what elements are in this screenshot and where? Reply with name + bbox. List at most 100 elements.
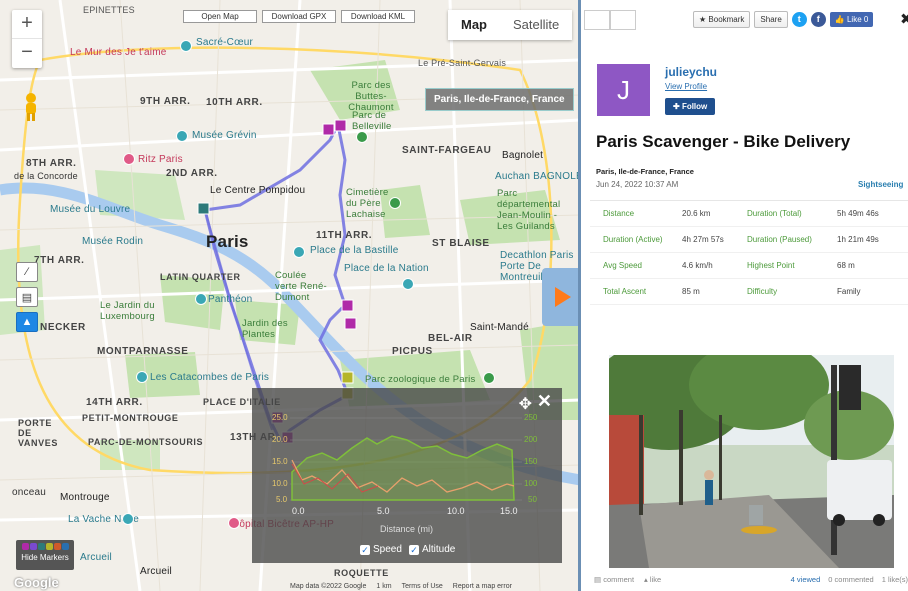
stat-value: 5h 49m 46s <box>837 209 879 218</box>
map-label: Auchan BAGNOLET <box>495 171 580 182</box>
map-label: 7TH ARR. <box>34 255 85 266</box>
like-button[interactable]: ▴ like <box>644 575 661 584</box>
map-label: Musée Grévin <box>192 130 257 141</box>
map-label: Le Pré-Saint-Gervais <box>418 58 507 68</box>
username-link[interactable]: julieychu <box>665 65 717 79</box>
x-tick: 5.0 <box>377 506 390 516</box>
hospital-icon[interactable] <box>228 517 240 529</box>
map-label: Parc départemental Jean-Moulin - Les Gui… <box>497 188 561 232</box>
y2-tick: 150 <box>524 457 538 466</box>
museum-icon[interactable] <box>176 130 188 142</box>
speed-checkbox[interactable]: ✓ Speed <box>360 544 402 555</box>
map-label: ST BLAISE <box>432 238 490 249</box>
follow-button[interactable]: ✚ Follow <box>665 98 716 115</box>
zoom-in-button[interactable]: + <box>12 10 42 39</box>
elevation-chart-icon[interactable]: ▲ <box>16 312 38 332</box>
x-tick: 10.0 <box>447 506 465 516</box>
map-label: Saint-Mandé <box>470 322 529 333</box>
share-button[interactable]: Share <box>754 11 788 28</box>
open-map-button[interactable]: Open Map <box>183 10 257 23</box>
map-area[interactable]: EPINETTES Le Mur des Je t'aime Sacré-Cœu… <box>0 0 580 591</box>
report-error-link[interactable]: Report a map error <box>453 583 512 590</box>
pegman-icon[interactable] <box>20 92 42 122</box>
landmark-icon[interactable] <box>195 293 207 305</box>
stat-value: 4h 27m 57s <box>682 235 724 244</box>
follow-label: Follow <box>681 102 708 111</box>
layers-icon[interactable]: ▤ <box>16 287 38 307</box>
facebook-icon[interactable]: f <box>810 12 826 27</box>
x-axis-title: Distance (mi) <box>380 524 434 534</box>
elevation-chart[interactable]: ✥ ✕ 25.0 20.0 15.0 10.0 5.0 250 200 150 … <box>252 388 562 563</box>
map-label: PICPUS <box>392 346 433 357</box>
prev-button[interactable] <box>584 10 610 30</box>
map-label: Musée Rodin <box>82 236 144 247</box>
ruler-icon[interactable]: ∕ <box>16 262 38 282</box>
hide-markers-button[interactable]: Hide Markers <box>16 540 74 570</box>
activity-photo[interactable] <box>609 355 894 568</box>
map-label: 9TH ARR. <box>140 96 191 107</box>
zoo-icon[interactable] <box>483 372 495 384</box>
altitude-checkbox[interactable]: ✓ Altitude <box>409 544 455 555</box>
map-label: Paris <box>206 232 249 251</box>
y2-tick: 200 <box>524 435 538 444</box>
next-button[interactable] <box>610 10 636 30</box>
map-label: Montrouge <box>60 492 110 503</box>
map-label: Jardin des Plantes <box>242 318 288 340</box>
zoom-out-button[interactable]: − <box>12 39 42 68</box>
map-label: Place de la Bastille <box>310 245 399 256</box>
map-type-toggle: Map Satellite <box>448 10 573 40</box>
hide-markers-label: Hide Markers <box>21 553 69 562</box>
map-label: Arcueil <box>140 566 172 577</box>
y2-tick: 250 <box>524 413 538 422</box>
map-label: Ritz Paris <box>138 154 183 165</box>
share-bar: ★ Bookmark Share t f 👍 Like 0 <box>693 11 874 28</box>
map-type-map[interactable]: Map <box>448 10 500 40</box>
map-tools: ∕ ▤ ▲ <box>16 262 38 332</box>
museum-icon[interactable] <box>180 40 192 52</box>
map-label: LATIN QUARTER <box>160 272 241 282</box>
stats-row: Total Ascent 85 m Difficulty Family <box>590 279 908 305</box>
twitter-icon[interactable]: t <box>791 12 807 27</box>
stat-value: 85 m <box>682 287 700 296</box>
view-profile-link[interactable]: View Profile <box>665 82 707 91</box>
transit-icon[interactable] <box>122 513 134 525</box>
map-label: Place de la Nation <box>344 263 429 274</box>
viewed-count: 4 viewed <box>790 575 821 584</box>
add-user-icon: ✚ <box>673 102 680 111</box>
map-data-text: Map data ©2022 Google <box>290 583 367 590</box>
stat-label: Total Ascent <box>603 287 647 296</box>
map-label: Le Centre Pompidou <box>210 185 306 196</box>
likes-count: 1 like(s) <box>881 575 908 584</box>
map-label: onceau <box>12 487 47 498</box>
hotel-icon[interactable] <box>123 153 135 165</box>
landmark-icon[interactable] <box>136 371 148 383</box>
avatar[interactable]: J <box>597 64 650 116</box>
map-label: SAINT-FARGEAU <box>402 145 492 156</box>
activity-date: Jun 24, 2022 10:37 AM <box>596 180 679 189</box>
close-panel-icon[interactable]: ✖ <box>900 10 908 28</box>
commented-count: 0 commented <box>828 575 874 584</box>
map-label: Le Mur des Je t'aime <box>70 47 167 58</box>
landmark-icon[interactable] <box>293 246 305 258</box>
facebook-like-button[interactable]: 👍 Like 0 <box>829 12 874 27</box>
map-type-satellite[interactable]: Satellite <box>500 10 572 40</box>
map-label: Parc des Buttes-Chaumont <box>348 80 394 113</box>
panel-divider[interactable] <box>578 0 581 591</box>
stat-value: 20.6 km <box>682 209 711 218</box>
terms-link[interactable]: Terms of Use <box>402 583 443 590</box>
comment-button[interactable]: ▤ comment <box>594 575 634 584</box>
like-footer-label: like <box>649 575 662 584</box>
check-icon: ✓ <box>360 544 370 555</box>
stat-label: Avg Speed <box>603 261 642 270</box>
map-label: Sacré-Cœur <box>196 37 254 48</box>
activity-title: Paris Scavenger - Bike Delivery <box>596 132 851 151</box>
map-label: PORTE DE VANVES <box>18 418 58 448</box>
landmark-icon[interactable] <box>402 278 414 290</box>
park-icon[interactable] <box>389 197 401 209</box>
park-icon[interactable] <box>356 131 368 143</box>
bookmark-button[interactable]: ★ Bookmark <box>693 11 751 28</box>
download-kml-button[interactable]: Download KML <box>341 10 415 23</box>
activity-category-link[interactable]: Sightseeing <box>858 180 903 189</box>
download-gpx-button[interactable]: Download GPX <box>262 10 336 23</box>
expand-panel-arrow-icon[interactable] <box>542 268 580 326</box>
